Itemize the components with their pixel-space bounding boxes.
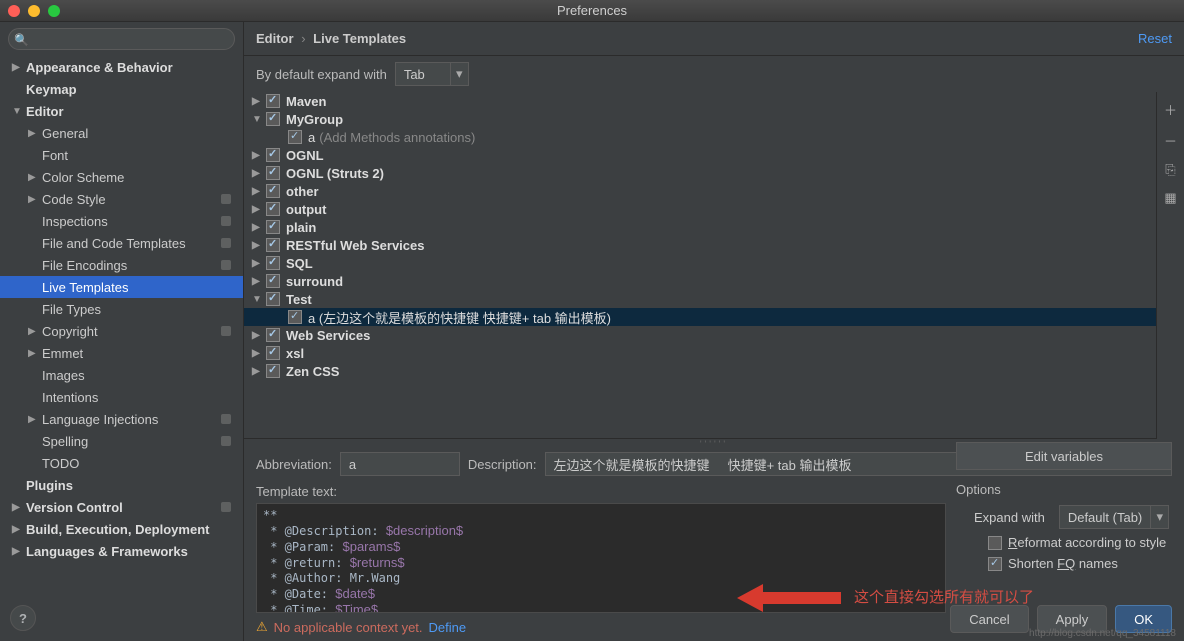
sidebar-item[interactable]: Live Templates <box>0 276 243 298</box>
sidebar-item[interactable]: Intentions <box>0 386 243 408</box>
desc-label: Description: <box>468 457 537 472</box>
search-icon: 🔍 <box>14 33 29 47</box>
expand-with-label: Expand with <box>974 510 1045 525</box>
close-btn[interactable] <box>8 5 20 17</box>
add-icon[interactable]: ＋ <box>1164 100 1177 119</box>
sidebar-item[interactable]: ▶Appearance & Behavior <box>0 56 243 78</box>
template-group[interactable]: ▶Zen CSS <box>244 362 1156 380</box>
expand-row: By default expand with Tab ▾ <box>244 56 1184 92</box>
sidebar-item[interactable]: File Encodings <box>0 254 243 276</box>
breadcrumb-row: Editor › Live Templates Reset <box>244 22 1184 56</box>
template-group[interactable]: ▶Web Services <box>244 326 1156 344</box>
minimize-btn[interactable] <box>28 5 40 17</box>
expand-label: By default expand with <box>256 67 387 82</box>
expand-with-select[interactable]: Default (Tab) <box>1059 505 1151 529</box>
chevron-down-icon[interactable]: ▾ <box>1151 505 1169 529</box>
template-group[interactable]: ▶output <box>244 200 1156 218</box>
template-group[interactable]: ▼Test <box>244 290 1156 308</box>
titlebar: Preferences <box>0 0 1184 22</box>
template-group[interactable]: ▶surround <box>244 272 1156 290</box>
remove-icon[interactable]: － <box>1164 131 1177 150</box>
edit-variables-button[interactable]: Edit variables <box>956 442 1172 470</box>
sidebar: 🔍 ▶Appearance & BehaviorKeymap▼Editor▶Ge… <box>0 22 244 641</box>
template-group[interactable]: ▶other <box>244 182 1156 200</box>
traffic-lights <box>8 5 60 17</box>
sidebar-item[interactable]: Keymap <box>0 78 243 100</box>
warn-icon: ⚠ <box>256 619 268 635</box>
sidebar-item[interactable]: Plugins <box>0 474 243 496</box>
abbr-label: Abbreviation: <box>256 457 332 472</box>
shorten-checkbox[interactable] <box>988 557 1002 571</box>
expand-select[interactable]: Tab <box>395 62 451 86</box>
options-title: Options <box>956 482 1172 497</box>
sidebar-item[interactable]: ▶Color Scheme <box>0 166 243 188</box>
sidebar-item[interactable]: File Types <box>0 298 243 320</box>
breadcrumb-b: Live Templates <box>313 31 406 46</box>
watermark: http://blog.csdn.net/qq_34581118 <box>1029 628 1176 639</box>
template-item[interactable]: a (左边这个就是模板的快捷键 快捷键+ tab 输出模板) <box>244 308 1156 326</box>
settings-icon[interactable]: ▦ <box>1164 190 1176 206</box>
chevron-down-icon[interactable]: ▾ <box>451 62 469 86</box>
template-group[interactable]: ▶plain <box>244 218 1156 236</box>
sidebar-item[interactable]: ▶Version Control <box>0 496 243 518</box>
abbr-input[interactable] <box>340 452 460 476</box>
template-item[interactable]: a(Add Methods annotations) <box>244 128 1156 146</box>
sidebar-item[interactable]: ▶Code Style <box>0 188 243 210</box>
template-group[interactable]: ▶xsl <box>244 344 1156 362</box>
cancel-button[interactable]: Cancel <box>950 605 1028 633</box>
template-group[interactable]: ▶OGNL <box>244 146 1156 164</box>
copy-icon[interactable]: ⎘ <box>1165 162 1175 178</box>
template-group[interactable]: ▶RESTful Web Services <box>244 236 1156 254</box>
shorten-label: Shorten FQ names <box>1008 556 1118 571</box>
main-panel: Editor › Live Templates Reset By default… <box>244 22 1184 641</box>
sidebar-item[interactable]: Spelling <box>0 430 243 452</box>
sidebar-item[interactable]: ▶General <box>0 122 243 144</box>
breadcrumb-sep: › <box>297 31 309 46</box>
sidebar-item[interactable]: ▶Build, Execution, Deployment <box>0 518 243 540</box>
context-text: No applicable context yet. <box>274 620 423 635</box>
sidebar-item[interactable]: Font <box>0 144 243 166</box>
sidebar-item[interactable]: ▶Copyright <box>0 320 243 342</box>
sidebar-item[interactable]: ▶Languages & Frameworks <box>0 540 243 562</box>
sidebar-item[interactable]: ▶Language Injections <box>0 408 243 430</box>
sidebar-item[interactable]: File and Code Templates <box>0 232 243 254</box>
template-text-editor[interactable]: ** * @Description: $description$ * @Para… <box>256 503 946 613</box>
sidebar-tree: ▶Appearance & BehaviorKeymap▼Editor▶Gene… <box>0 56 243 595</box>
template-group[interactable]: ▼MyGroup <box>244 110 1156 128</box>
template-group[interactable]: ▶SQL <box>244 254 1156 272</box>
reset-link[interactable]: Reset <box>1138 31 1172 46</box>
sidebar-item[interactable]: TODO <box>0 452 243 474</box>
sidebar-item[interactable]: Inspections <box>0 210 243 232</box>
reformat-label: Reformat according to style <box>1008 535 1166 550</box>
define-link[interactable]: Define <box>429 620 467 635</box>
sidebar-item[interactable]: ▼Editor <box>0 100 243 122</box>
sidebar-item[interactable]: ▶Emmet <box>0 342 243 364</box>
window-title: Preferences <box>557 3 627 18</box>
annotation-text: 这个直接勾选所有就可以了 <box>854 586 1034 607</box>
breadcrumb-a[interactable]: Editor <box>256 31 294 46</box>
reformat-checkbox[interactable] <box>988 536 1002 550</box>
sidebar-item[interactable]: Images <box>0 364 243 386</box>
sidebar-search[interactable] <box>8 28 235 50</box>
help-button[interactable]: ? <box>10 605 36 631</box>
template-group[interactable]: ▶Maven <box>244 92 1156 110</box>
right-panel: Edit variables Options Expand with Defau… <box>956 380 1172 577</box>
template-group[interactable]: ▶OGNL (Struts 2) <box>244 164 1156 182</box>
zoom-btn[interactable] <box>48 5 60 17</box>
